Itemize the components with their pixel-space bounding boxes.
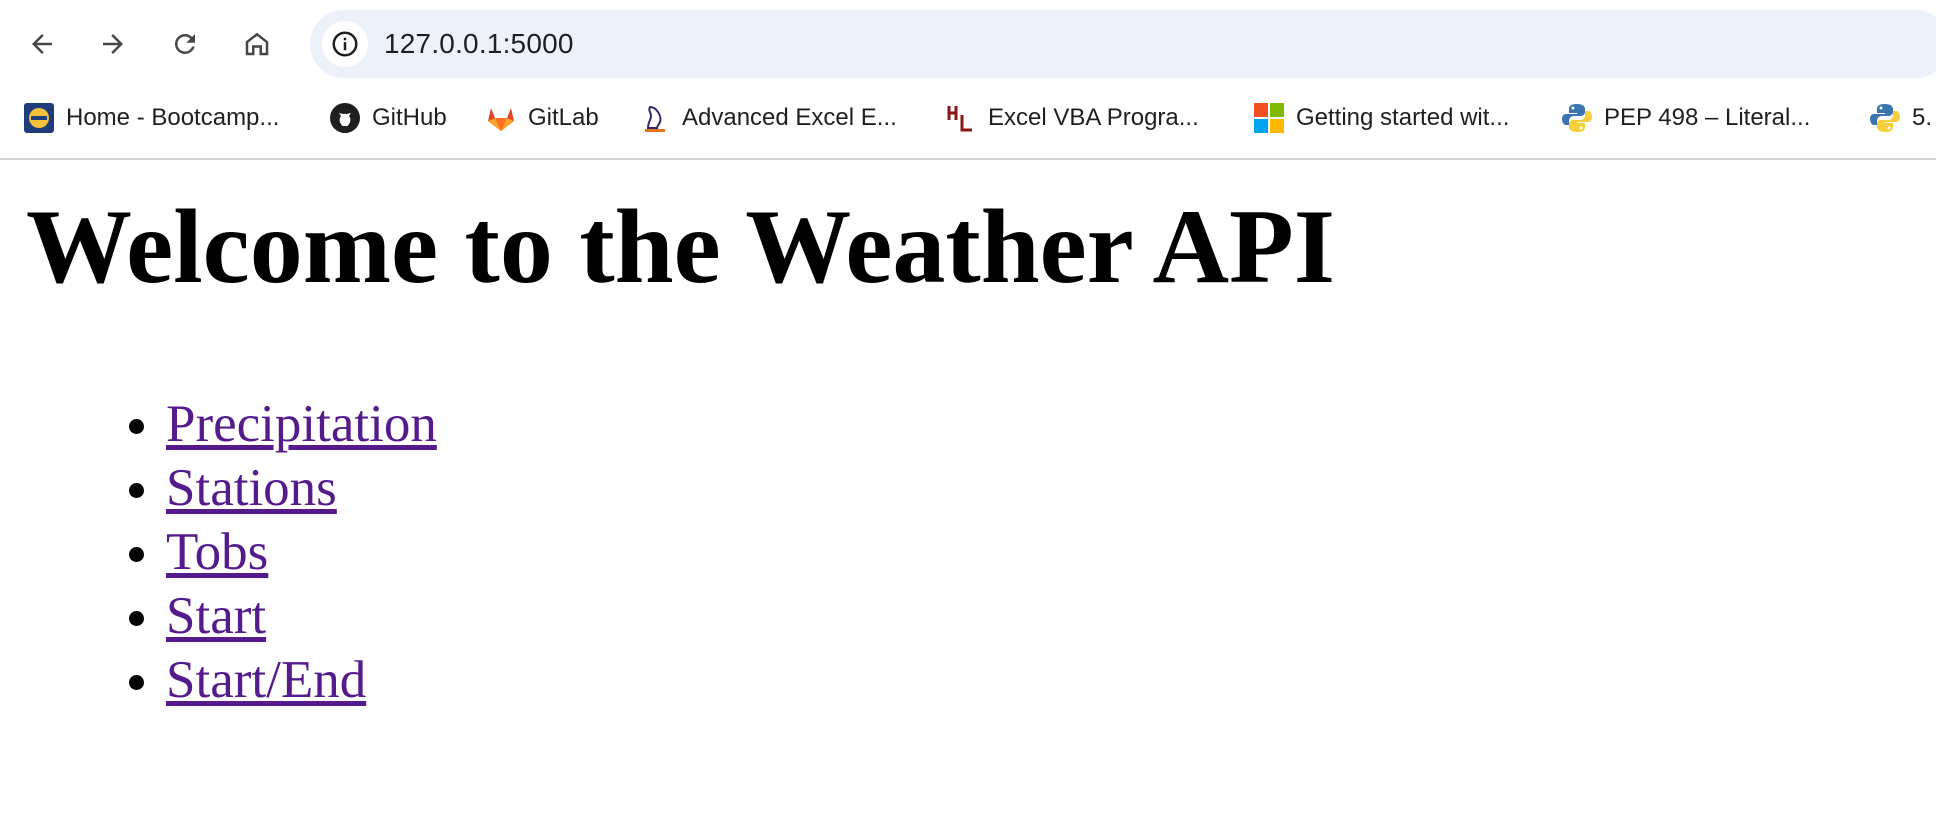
bookmark-github[interactable]: GitHub — [328, 98, 447, 138]
browser-toolbar: 127.0.0.1:5000 — [0, 0, 1936, 88]
list-item: Start — [166, 584, 437, 648]
bookmark-label: Getting started wit... — [1296, 104, 1510, 131]
github-favicon-icon — [328, 101, 362, 135]
list-item: Precipitation — [166, 392, 437, 456]
bookmark-label: PEP 498 – Literal... — [1604, 104, 1811, 131]
bookmark-label: GitLab — [528, 104, 599, 131]
reload-icon — [174, 33, 195, 54]
arrow-left-icon — [32, 34, 52, 54]
gitlab-favicon-icon — [484, 101, 518, 135]
bookmark-label: Home - Bootcamp... — [66, 104, 280, 131]
url-text[interactable]: 127.0.0.1:5000 — [384, 10, 574, 78]
bookmark-pep-498[interactable]: PEP 498 – Literal... — [1560, 98, 1810, 138]
hl-favicon-icon — [944, 101, 978, 135]
python-favicon-icon — [1868, 101, 1902, 135]
bookmark-getting-started[interactable]: Getting started wit... — [1252, 98, 1509, 138]
endpoint-list: Precipitation Stations Tobs Start Start/… — [0, 392, 437, 712]
excel-course-favicon-icon — [638, 101, 672, 135]
start-end-link[interactable]: Start/End — [166, 651, 366, 709]
page-title: Welcome to the Weather API — [26, 188, 1336, 305]
back-button[interactable] — [19, 21, 65, 67]
page-content: Welcome to the Weather API Precipitation… — [0, 160, 1936, 826]
python-favicon-icon — [1560, 101, 1594, 135]
arrow-right-icon — [103, 34, 123, 54]
tobs-link[interactable]: Tobs — [166, 523, 268, 581]
home-icon — [245, 32, 269, 56]
bookmark-python-docs[interactable]: 5. — [1868, 98, 1932, 138]
bookmark-advanced-excel[interactable]: Advanced Excel E... — [638, 98, 897, 138]
microsoft-favicon-icon — [1252, 101, 1286, 135]
start-link[interactable]: Start — [166, 587, 266, 645]
bookmark-label: Excel VBA Progra... — [988, 104, 1199, 131]
stations-link[interactable]: Stations — [166, 459, 337, 517]
info-icon — [332, 31, 358, 57]
bookmark-excel-vba[interactable]: Excel VBA Progra... — [944, 98, 1199, 138]
address-bar[interactable]: 127.0.0.1:5000 — [310, 10, 1936, 78]
bookmark-label: 5. — [1912, 104, 1933, 131]
precipitation-link[interactable]: Precipitation — [166, 395, 437, 453]
bookmarks-bar: Home - Bootcamp... GitHub GitLab Advance… — [0, 88, 1936, 160]
home-button[interactable] — [234, 21, 280, 67]
bookmark-gitlab[interactable]: GitLab — [484, 98, 599, 138]
bookmark-label: GitHub — [372, 104, 447, 131]
forward-button[interactable] — [90, 21, 136, 67]
site-info-button[interactable] — [322, 21, 368, 67]
list-item: Tobs — [166, 520, 437, 584]
list-item: Start/End — [166, 648, 437, 712]
bookmark-bootcamp[interactable]: Home - Bootcamp... — [22, 98, 279, 138]
list-item: Stations — [166, 456, 437, 520]
reload-button[interactable] — [162, 21, 208, 67]
bootcamp-favicon-icon — [22, 101, 56, 135]
bookmark-label: Advanced Excel E... — [682, 104, 897, 131]
